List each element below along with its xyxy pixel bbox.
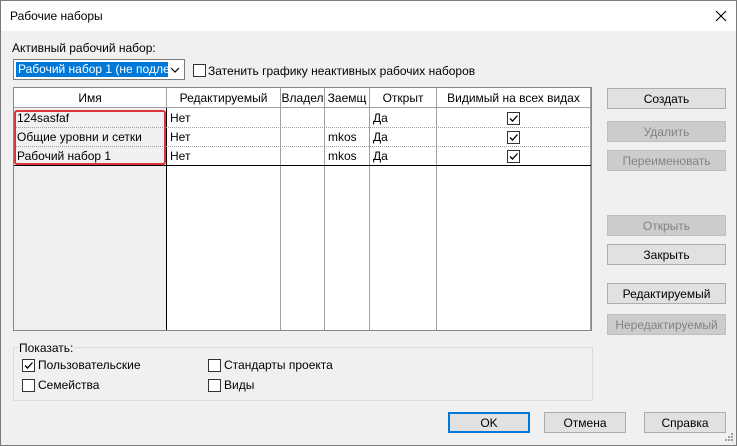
- user-checkbox[interactable]: [22, 359, 35, 372]
- row-visible-checkbox[interactable]: [507, 112, 520, 125]
- checkmark-icon: [509, 134, 518, 141]
- project-standards-checkbox[interactable]: [208, 359, 221, 372]
- row-editable[interactable]: Нет: [167, 147, 280, 165]
- title-bar: Рабочие наборы: [1, 1, 736, 31]
- row-borrower: mkos: [328, 130, 357, 144]
- gray-inactive-checkbox[interactable]: [193, 64, 206, 77]
- row-owner: [281, 128, 324, 146]
- open-button[interactable]: Открыть: [607, 215, 726, 236]
- column-header-name[interactable]: Имя: [14, 88, 167, 108]
- row-owner: [281, 147, 324, 165]
- row-opened[interactable]: Да: [370, 128, 436, 146]
- active-workset-dropdown[interactable]: Рабочий набор 1 (не подлежит: [13, 59, 185, 80]
- row-owner: [281, 109, 324, 127]
- row-visible-checkbox[interactable]: [507, 150, 520, 163]
- row-name[interactable]: 124sasfaf: [14, 109, 166, 127]
- row-opened[interactable]: Да: [370, 147, 436, 165]
- checkmark-icon: [509, 153, 518, 160]
- active-workset-value: Рабочий набор 1 (не подлежит: [16, 62, 168, 77]
- column-header-visible[interactable]: Видимый на всех видах: [437, 88, 591, 108]
- rename-button[interactable]: Переименовать: [607, 150, 726, 171]
- chevron-down-icon[interactable]: [167, 61, 183, 78]
- close-workset-button[interactable]: Закрыть: [607, 244, 726, 265]
- views-label: Виды: [224, 378, 255, 392]
- column-header-opened[interactable]: Открыт: [370, 88, 437, 108]
- resize-grip-icon[interactable]: [723, 431, 734, 442]
- column-header-editable[interactable]: Редактируемый: [167, 88, 281, 108]
- row-borrower: mkos: [328, 149, 357, 163]
- families-label: Семейства: [38, 378, 100, 392]
- user-label: Пользовательские: [38, 358, 141, 372]
- show-group-title: Показать:: [18, 341, 75, 355]
- row-name[interactable]: Рабочий набор 1: [14, 147, 166, 165]
- views-checkbox[interactable]: [208, 379, 221, 392]
- cancel-button[interactable]: Отмена: [544, 412, 626, 433]
- project-standards-label: Стандарты проекта: [224, 358, 333, 372]
- checkmark-icon: [24, 362, 33, 369]
- active-workset-label: Активный рабочий набор:: [12, 41, 156, 55]
- close-icon: [715, 10, 726, 22]
- editable-button[interactable]: Редактируемый: [607, 283, 726, 304]
- non-editable-button[interactable]: Нередактируемый: [607, 314, 726, 335]
- row-borrower: [325, 109, 369, 127]
- row-opened[interactable]: Да: [370, 109, 436, 127]
- create-button[interactable]: Создать: [607, 88, 726, 109]
- dialog-title: Рабочие наборы: [10, 9, 103, 23]
- ok-button[interactable]: OK: [448, 412, 530, 433]
- row-editable[interactable]: Нет: [167, 128, 280, 146]
- worksets-table[interactable]: Имя Редактируемый Владел Заемщ Открыт Ви…: [13, 87, 592, 331]
- checkmark-icon: [509, 115, 518, 122]
- column-header-owner[interactable]: Владел: [281, 88, 325, 108]
- worksets-dialog: Рабочие наборы Активный рабочий набор: Р…: [0, 0, 737, 446]
- families-checkbox[interactable]: [22, 379, 35, 392]
- row-name[interactable]: Общие уровни и сетки: [14, 128, 166, 146]
- close-button[interactable]: [705, 1, 736, 31]
- column-header-borrowers[interactable]: Заемщ: [325, 88, 370, 108]
- row-editable[interactable]: Нет: [167, 109, 280, 127]
- row-visible-checkbox[interactable]: [507, 131, 520, 144]
- help-button[interactable]: Справка: [644, 412, 726, 433]
- delete-button[interactable]: Удалить: [607, 121, 726, 142]
- show-group: [13, 347, 593, 401]
- gray-inactive-label: Затенить графику неактивных рабочих набо…: [208, 64, 476, 78]
